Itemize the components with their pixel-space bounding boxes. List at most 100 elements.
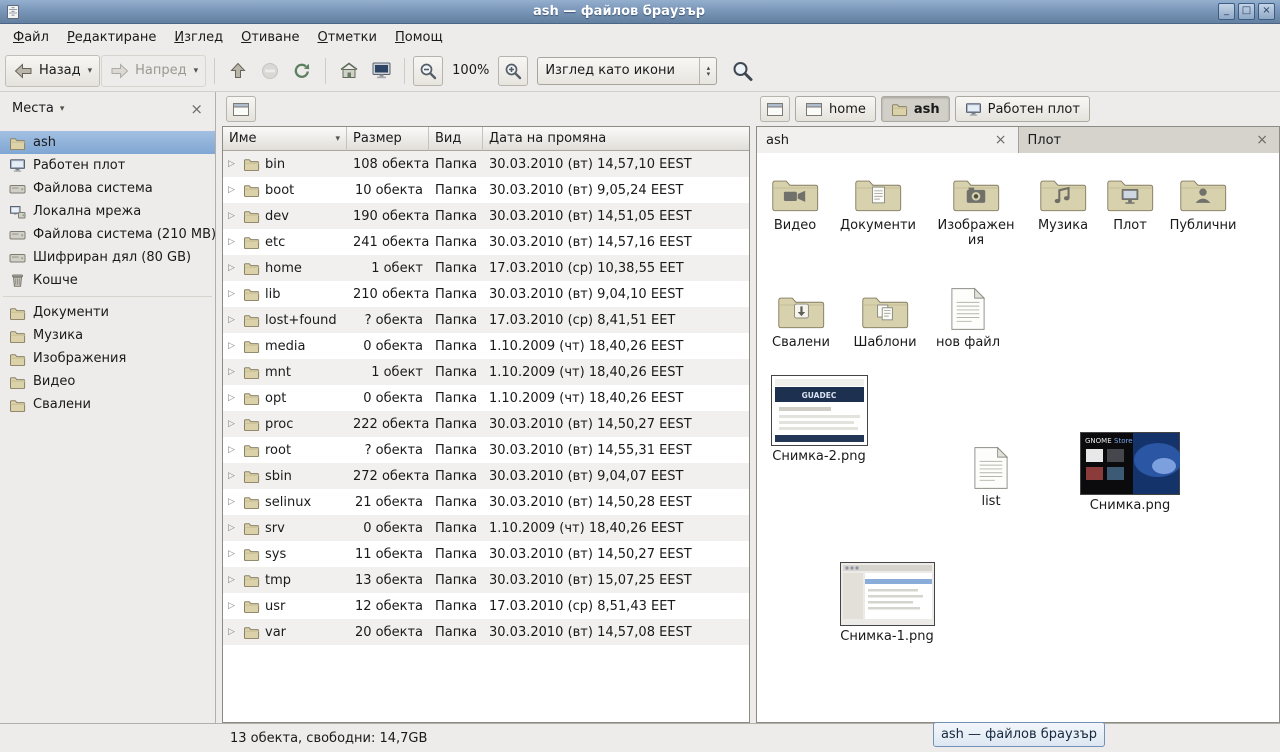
sidebar-item[interactable]: Локална мрежа <box>0 200 215 223</box>
expander-icon[interactable]: ▷ <box>228 549 238 559</box>
tab-close-icon[interactable]: × <box>1254 132 1270 148</box>
expander-icon[interactable]: ▷ <box>228 393 238 403</box>
reload-button[interactable] <box>287 56 317 86</box>
zoom-out-button[interactable] <box>413 56 443 86</box>
tab-close-icon[interactable]: × <box>993 132 1009 148</box>
table-row[interactable]: ▷lost+found? обектаПапка17.03.2010 (ср) … <box>223 307 749 333</box>
column-header-type[interactable]: Вид <box>429 127 483 151</box>
expander-icon[interactable]: ▷ <box>228 237 238 247</box>
table-row[interactable]: ▷media0 обектаПапка1.10.2009 (чт) 18,40,… <box>223 333 749 359</box>
path-button-ash[interactable]: ash <box>881 96 950 122</box>
expander-icon[interactable]: ▷ <box>228 471 238 481</box>
sidebar-item[interactable]: Документи <box>0 301 215 324</box>
icon-view-item[interactable]: Снимка-1.png <box>837 562 937 644</box>
icon-view-item[interactable]: Изображения <box>937 169 1015 249</box>
view-mode-select[interactable]: Изглед като икони ▴▾ <box>537 57 717 85</box>
icon-view-item[interactable]: Свалени <box>763 286 839 350</box>
menu-view[interactable]: Изглед <box>165 26 232 49</box>
table-row[interactable]: ▷selinux21 обектаПапка30.03.2010 (вт) 14… <box>223 489 749 515</box>
expander-icon[interactable]: ▷ <box>228 211 238 221</box>
table-row[interactable]: ▷usr12 обектаПапка17.03.2010 (ср) 8,51,4… <box>223 593 749 619</box>
icon-view-item[interactable]: Видео <box>757 169 833 233</box>
table-row[interactable]: ▷root? обектаПапка30.03.2010 (вт) 14,55,… <box>223 437 749 463</box>
column-header-name[interactable]: Име ▾ <box>223 127 347 151</box>
menu-go[interactable]: Отиване <box>232 26 308 49</box>
icon-view-item[interactable]: Музика <box>1025 169 1101 233</box>
titlebar[interactable]: ash — файлов браузър _ □ × <box>0 0 1280 24</box>
expander-icon[interactable]: ▷ <box>228 159 238 169</box>
icon-view[interactable]: ВидеоДокументи ИзображенияМузикаПлотПубли… <box>756 153 1280 723</box>
table-row[interactable]: ▷boot10 обектаПапка30.03.2010 (вт) 9,05,… <box>223 177 749 203</box>
sidebar-item[interactable]: Видео <box>0 370 215 393</box>
tab-plot[interactable]: Плот × <box>1019 127 1280 153</box>
sidebar-item[interactable]: Музика <box>0 324 215 347</box>
table-row[interactable]: ▷mnt1 обектПапка1.10.2009 (чт) 18,40,26 … <box>223 359 749 385</box>
table-row[interactable]: ▷srv0 обектаПапка1.10.2009 (чт) 18,40,26… <box>223 515 749 541</box>
menu-help[interactable]: Помощ <box>386 26 452 49</box>
icon-view-item[interactable]: GUADECСнимка-2.png <box>769 375 869 464</box>
icon-view-item[interactable]: Плот <box>1092 169 1168 233</box>
expander-icon[interactable]: ▷ <box>228 289 238 299</box>
sidebar-close-icon[interactable]: × <box>186 100 207 118</box>
icon-view-item[interactable]: Шаблони <box>847 286 923 350</box>
expander-icon[interactable]: ▷ <box>228 627 238 637</box>
menu-bookmarks[interactable]: Отметки <box>309 26 387 49</box>
expander-icon[interactable]: ▷ <box>228 185 238 195</box>
minimize-button[interactable]: _ <box>1218 3 1235 20</box>
pane-toggle-button[interactable] <box>226 96 256 122</box>
column-header-date[interactable]: Дата на промяна <box>483 127 749 151</box>
sidebar-item[interactable]: Кошче <box>0 269 215 292</box>
places-mode-select[interactable]: Места ▾ <box>8 98 68 119</box>
search-button[interactable] <box>727 56 757 86</box>
menu-file[interactable]: Файл <box>4 26 58 49</box>
expander-icon[interactable]: ▷ <box>228 263 238 273</box>
expander-icon[interactable]: ▷ <box>228 523 238 533</box>
forward-button[interactable]: Напред ▾ <box>101 55 206 87</box>
pane-toggle-button[interactable] <box>760 96 790 122</box>
sidebar-item[interactable]: Работен плот <box>0 154 215 177</box>
tab-ash[interactable]: ash × <box>757 127 1019 153</box>
expander-icon[interactable]: ▷ <box>228 315 238 325</box>
expander-icon[interactable]: ▷ <box>228 497 238 507</box>
taskbar-window-button[interactable]: ash — файлов браузър <box>933 722 1105 747</box>
icon-view-item[interactable]: Документи <box>840 169 916 233</box>
sidebar-item[interactable]: Файлова система <box>0 177 215 200</box>
column-header-size[interactable]: Размер <box>347 127 429 151</box>
expander-icon[interactable]: ▷ <box>228 367 238 377</box>
icon-view-item[interactable]: нов файл <box>930 286 1006 350</box>
back-button[interactable]: Назад ▾ <box>5 55 100 87</box>
icon-view-item[interactable]: GNOMEStoreСнимка.png <box>1075 432 1185 513</box>
computer-button[interactable] <box>366 56 396 86</box>
table-row[interactable]: ▷dev190 обектаПапка30.03.2010 (вт) 14,51… <box>223 203 749 229</box>
expander-icon[interactable]: ▷ <box>228 419 238 429</box>
table-row[interactable]: ▷sys11 обектаПапка30.03.2010 (вт) 14,50,… <box>223 541 749 567</box>
expander-icon[interactable]: ▷ <box>228 445 238 455</box>
icon-view-item[interactable]: list <box>953 445 1029 509</box>
table-row[interactable]: ▷bin108 обектаПапка30.03.2010 (вт) 14,57… <box>223 151 749 177</box>
home-button[interactable] <box>334 56 364 86</box>
stop-button[interactable] <box>255 56 285 86</box>
table-row[interactable]: ▷proc222 обектаПапка30.03.2010 (вт) 14,5… <box>223 411 749 437</box>
expander-icon[interactable]: ▷ <box>228 341 238 351</box>
up-button[interactable] <box>223 56 253 86</box>
table-row[interactable]: ▷home1 обектПапка17.03.2010 (ср) 10,38,5… <box>223 255 749 281</box>
zoom-in-button[interactable] <box>498 56 528 86</box>
path-button-desktop[interactable]: Работен плот <box>955 96 1090 122</box>
menu-edit[interactable]: Редактиране <box>58 26 165 49</box>
expander-icon[interactable]: ▷ <box>228 601 238 611</box>
expander-icon[interactable]: ▷ <box>228 575 238 585</box>
table-row[interactable]: ▷etc241 обектаПапка30.03.2010 (вт) 14,57… <box>223 229 749 255</box>
table-row[interactable]: ▷sbin272 обектаПапка30.03.2010 (вт) 9,04… <box>223 463 749 489</box>
table-row[interactable]: ▷tmp13 обектаПапка30.03.2010 (вт) 15,07,… <box>223 567 749 593</box>
close-button[interactable]: × <box>1258 3 1275 20</box>
sidebar-item[interactable]: Шифриран дял (80 GB) <box>0 246 215 269</box>
maximize-button[interactable]: □ <box>1238 3 1255 20</box>
back-history-chevron-icon[interactable]: ▾ <box>88 66 93 76</box>
table-row[interactable]: ▷opt0 обектаПапка1.10.2009 (чт) 18,40,26… <box>223 385 749 411</box>
table-row[interactable]: ▷lib210 обектаПапка30.03.2010 (вт) 9,04,… <box>223 281 749 307</box>
sidebar-item[interactable]: Свалени <box>0 393 215 416</box>
sidebar-item[interactable]: Изображения <box>0 347 215 370</box>
sidebar-item[interactable]: Файлова система (210 MB) <box>0 223 215 246</box>
icon-view-item[interactable]: Публични <box>1165 169 1241 233</box>
table-row[interactable]: ▷var20 обектаПапка30.03.2010 (вт) 14,57,… <box>223 619 749 645</box>
